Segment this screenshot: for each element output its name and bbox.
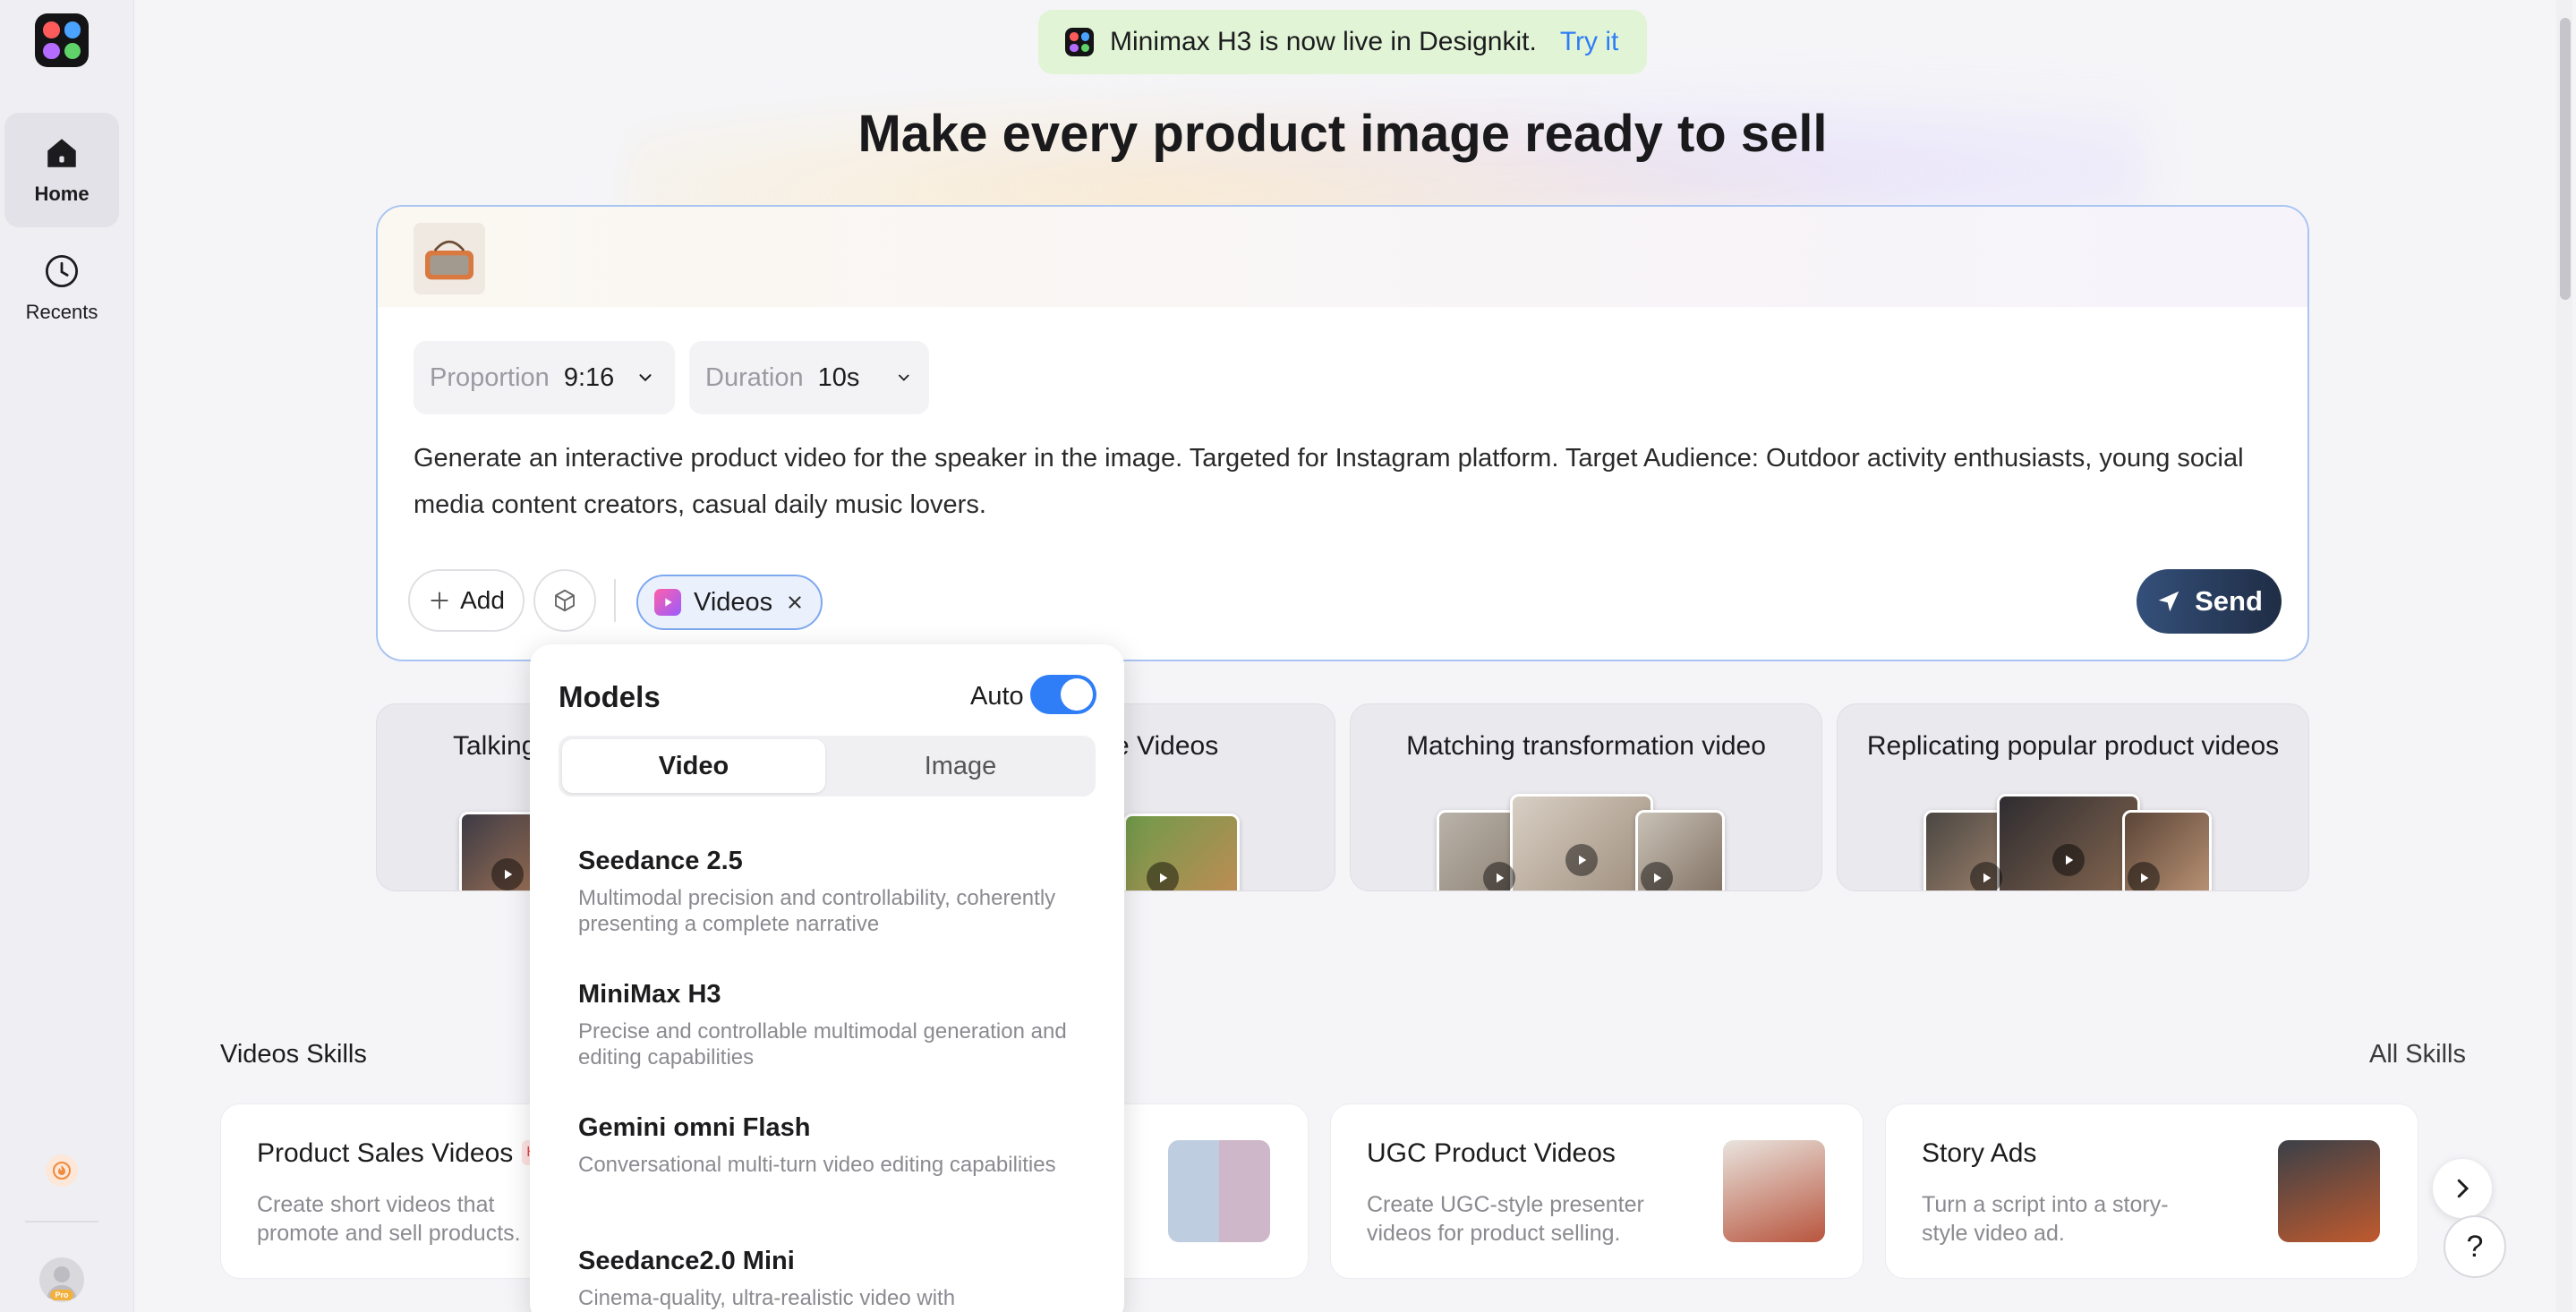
attached-product-image[interactable] [414,223,485,294]
model-name: MiniMax H3 [578,980,721,1009]
sidebar-item-label: Home [34,183,90,205]
auto-label: Auto [970,682,1024,711]
play-icon [2128,862,2160,890]
section-title: Videos Skills [220,1040,367,1069]
model-item-minimax-h3[interactable]: MiniMax H3 Precise and controllable mult… [578,980,1088,1070]
skill-card-story-ads[interactable]: Story Ads Turn a script into a story-sty… [1885,1103,2418,1279]
sidebar-item-label: Recents [25,301,98,323]
play-icon [491,858,524,890]
model-name: Gemini omni Flash [578,1113,811,1142]
add-button-label: Add [460,586,505,614]
scrollbar-thumb[interactable] [2560,18,2571,300]
template-thumbnail [1997,794,2140,890]
skill-card-title: Product Sales Videos [257,1138,514,1168]
model-desc: Multimodal precision and controllability… [578,886,1056,936]
page-title: Make every product image ready to sell [857,105,1828,163]
prompt-input[interactable]: Generate an interactive product video fo… [414,435,2275,528]
chevron-right-icon [2457,1179,2469,1198]
model-item-gemini-omni-flash[interactable]: Gemini omni Flash Conversational multi-t… [578,1113,1088,1178]
models-popup: Models Auto Video Image Seedance 2.5 Mul… [530,644,1124,1312]
model-desc: Conversational multi-turn video editing … [578,1153,1056,1177]
auto-toggle[interactable] [1030,675,1096,714]
skill-thumbnail [1723,1140,1825,1242]
skill-thumbnail [2278,1140,2380,1242]
template-card-title: Replicating popular product videos [1866,731,2280,761]
play-icon [1565,844,1598,876]
close-icon[interactable] [785,592,805,612]
sidebar-divider [25,1221,98,1223]
popup-title: Models [559,680,661,713]
toolbar-divider [614,579,616,622]
app-logo[interactable] [35,13,89,67]
template-card-replicating[interactable]: Replicating popular product videos [1837,703,2309,891]
help-button[interactable]: ? [2444,1215,2506,1278]
video-icon [654,589,681,616]
chevron-down-icon [899,374,909,381]
skill-card-desc: Turn a script into a story-style video a… [1922,1192,2169,1246]
clock-icon [45,254,79,288]
sidebar: Home Recents Pro [0,0,134,1312]
next-arrow-button[interactable] [2433,1159,2492,1218]
model-type-tabs: Video Image [559,736,1096,797]
cube-icon [555,589,575,612]
template-card-transformation[interactable]: Matching transformation video [1350,703,1822,891]
play-icon [1641,862,1673,890]
proportion-value: 9:16 [563,362,615,392]
proportion-select[interactable]: Proportion 9:16 [414,341,675,414]
template-card-title: tive Videos [1088,731,1219,761]
product-button[interactable] [533,569,596,632]
model-name: Seedance2.0 Mini [578,1247,795,1275]
proportion-label: Proportion [430,362,550,392]
credits-icon[interactable] [46,1154,78,1187]
duration-select[interactable]: Duration 10s [689,341,929,414]
skill-card-desc: Create UGC-style presenter videos for pr… [1367,1192,1644,1246]
template-card-title: Matching transformation video [1406,731,1766,761]
template-thumbnail [1123,814,1240,890]
videos-chip-label: Videos [694,587,773,617]
play-icon [2052,844,2085,876]
send-button-label: Send [2195,585,2263,617]
avatar[interactable]: Pro [39,1257,84,1302]
send-icon [2158,591,2179,612]
designkit-logo-icon [1065,28,1094,56]
skill-thumbnail [1168,1140,1270,1242]
model-item-seedance-2-5[interactable]: Seedance 2.5 Multimodal precision and co… [578,847,1088,937]
send-button[interactable]: Send [2137,569,2282,634]
banner-text: Minimax H3 is now live in Designkit. [1110,27,1537,56]
play-icon [1970,862,2002,890]
prompt-composer: Proportion 9:16 Duration 10s Generate an… [376,205,2309,661]
template-thumbnail [1510,794,1653,890]
pro-badge: Pro [50,1290,73,1300]
try-it-link[interactable]: Try it [1560,27,1619,57]
duration-label: Duration [705,362,804,392]
sidebar-item-recents[interactable]: Recents [4,231,119,345]
tab-image[interactable]: Image [829,739,1092,793]
skill-card-title: Story Ads [1922,1138,2037,1168]
toggle-knob [1061,678,1093,711]
plus-icon [431,592,448,609]
play-icon [1483,862,1515,890]
skill-card-ugc[interactable]: UGC Product Videos Create UGC-style pres… [1330,1103,1864,1279]
skill-card-desc: Create short videos that promote and sel… [257,1192,521,1246]
chevron-down-icon [639,374,652,382]
model-item-seedance2-0-mini[interactable]: Seedance2.0 Mini Cinema-quality, ultra-r… [578,1247,1088,1311]
model-name: Seedance 2.5 [578,847,743,875]
attachment-area [378,207,2307,307]
announcement-banner[interactable]: Minimax H3 is now live in Designkit. Try… [1038,10,1647,74]
all-skills-link[interactable]: All Skills [2369,1040,2466,1069]
model-desc: Precise and controllable multimodal gene… [578,1019,1067,1069]
play-icon [1147,862,1179,890]
skill-card-title: UGC Product Videos [1367,1138,1616,1168]
add-button[interactable]: Add [408,569,525,632]
duration-value: 10s [817,362,860,392]
tab-video[interactable]: Video [562,739,825,793]
videos-mode-chip[interactable]: Videos [636,575,823,630]
model-desc: Cinema-quality, ultra-realistic video wi… [578,1286,956,1310]
